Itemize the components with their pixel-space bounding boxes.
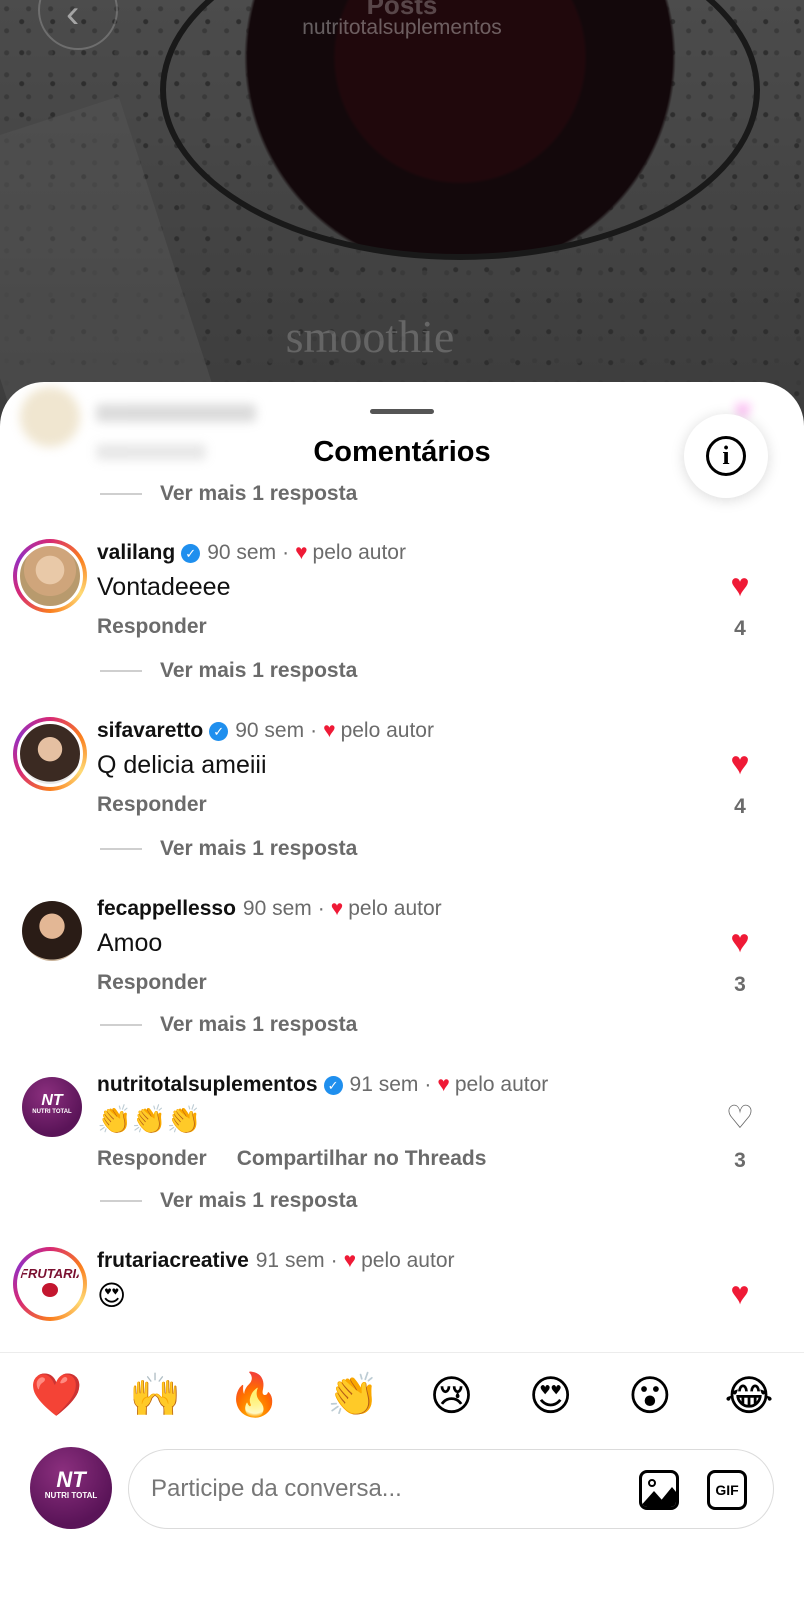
comment-input[interactable] xyxy=(151,1468,591,1510)
reply-button[interactable]: Responder xyxy=(97,793,207,816)
liked-by-author-label: pelo autor xyxy=(361,1249,455,1272)
view-more-replies[interactable]: Ver mais 1 resposta xyxy=(100,1189,357,1213)
quick-reactions: ❤️ 🙌 🔥 👏 😢 😍 😮 😂 xyxy=(0,1371,804,1420)
avatar[interactable]: NT NUTRI TOTAL xyxy=(22,1077,82,1137)
berry-icon xyxy=(42,1283,58,1297)
comment-text: Amoo xyxy=(97,929,163,957)
info-icon: i xyxy=(706,436,746,476)
like-count: 4 xyxy=(734,617,746,640)
comment-time: 90 sem xyxy=(242,897,312,920)
reply-button[interactable]: Responder xyxy=(97,615,207,638)
reaction-laughing[interactable]: 😂 xyxy=(724,1371,774,1420)
avatar[interactable]: FRUTARIA xyxy=(13,1247,87,1321)
like-count: 3 xyxy=(734,973,746,996)
post-background: ‹ Posts nutritotalsuplementos smoothie xyxy=(0,0,804,420)
reply-button[interactable]: Responder xyxy=(97,1147,207,1170)
liked-by-author-label: pelo autor xyxy=(340,719,434,742)
comment-time: 91 sem xyxy=(255,1249,325,1272)
verified-badge-icon: ✓ xyxy=(323,1075,343,1095)
reaction-raised-hands[interactable]: 🙌 xyxy=(129,1371,181,1420)
like-heart-icon[interactable]: ♥ xyxy=(722,1277,758,1309)
comment-username[interactable]: valilang xyxy=(97,541,175,565)
heart-icon: ♥ xyxy=(437,1073,450,1096)
comment-text: Q delicia ameiii xyxy=(97,751,267,779)
reaction-crying[interactable]: 😢 xyxy=(427,1371,477,1420)
heart-icon: ♥ xyxy=(323,719,336,742)
view-more-replies[interactable]: Ver mais 1 resposta xyxy=(100,837,357,861)
share-threads-button[interactable]: Compartilhar no Threads xyxy=(237,1147,487,1170)
info-button[interactable]: i xyxy=(684,414,768,498)
view-more-replies[interactable]: Ver mais 1 resposta xyxy=(100,659,357,683)
view-more-replies[interactable]: Ver mais 1 resposta xyxy=(100,1013,357,1037)
comment-username[interactable]: nutritotalsuplementos xyxy=(97,1073,318,1097)
comment-username[interactable]: fecappellesso xyxy=(97,897,236,921)
like-count: 4 xyxy=(734,795,746,818)
verified-badge-icon: ✓ xyxy=(181,543,201,563)
comment-time: 90 sem xyxy=(207,541,277,564)
view-more-replies[interactable]: Ver mais 1 resposta xyxy=(100,482,357,506)
avatar[interactable] xyxy=(22,901,82,961)
like-heart-outline-icon[interactable]: ♡ xyxy=(722,1101,758,1133)
reaction-heart-eyes[interactable]: 😍 xyxy=(526,1371,576,1420)
comment-text: 👏👏👏 xyxy=(97,1104,202,1135)
post-header-username: nutritotalsuplementos xyxy=(302,16,502,39)
sheet-drag-handle[interactable] xyxy=(370,409,434,414)
like-count: 3 xyxy=(734,1149,746,1172)
reaction-surprised[interactable]: 😮 xyxy=(625,1371,675,1420)
avatar[interactable] xyxy=(13,717,87,791)
liked-by-author-label: pelo autor xyxy=(312,541,406,564)
reaction-heart[interactable]: ❤️ xyxy=(30,1371,82,1420)
reaction-fire[interactable]: 🔥 xyxy=(228,1371,280,1420)
reply-button[interactable]: Responder xyxy=(97,971,207,994)
comment-time: 91 sem xyxy=(349,1073,419,1096)
heart-icon: ♥ xyxy=(330,897,344,920)
comment-username[interactable]: sifavaretto xyxy=(97,719,203,743)
reaction-clap[interactable]: 👏 xyxy=(327,1371,379,1420)
image-icon[interactable] xyxy=(639,1470,679,1510)
comment-text: 😍 xyxy=(97,1280,127,1311)
like-heart-icon[interactable]: ♥ xyxy=(722,569,758,601)
comment-input-container: GIF xyxy=(128,1449,774,1529)
comment-text: Vontadeeee xyxy=(97,573,231,601)
heart-icon: ♥ xyxy=(343,1249,357,1272)
verified-badge-icon: ✓ xyxy=(209,721,229,741)
liked-by-author-label: pelo autor xyxy=(454,1073,549,1096)
liked-by-author-label: pelo autor xyxy=(348,897,442,920)
composer-bar: ❤️ 🙌 🔥 👏 😢 😍 😮 😂 NT NUTRI TOTAL GIF xyxy=(0,1352,804,1600)
heart-icon: ♥ xyxy=(295,541,308,564)
post-caption-overlay: smoothie xyxy=(285,311,455,362)
comment-username[interactable]: frutariacreative xyxy=(97,1249,249,1273)
like-heart-icon[interactable]: ♥ xyxy=(722,925,758,957)
current-user-avatar: NT NUTRI TOTAL xyxy=(30,1447,112,1529)
comment-time: 90 sem xyxy=(235,719,305,742)
gif-icon[interactable]: GIF xyxy=(707,1470,747,1510)
like-heart-icon[interactable]: ♥ xyxy=(722,747,758,779)
avatar[interactable] xyxy=(13,539,87,613)
